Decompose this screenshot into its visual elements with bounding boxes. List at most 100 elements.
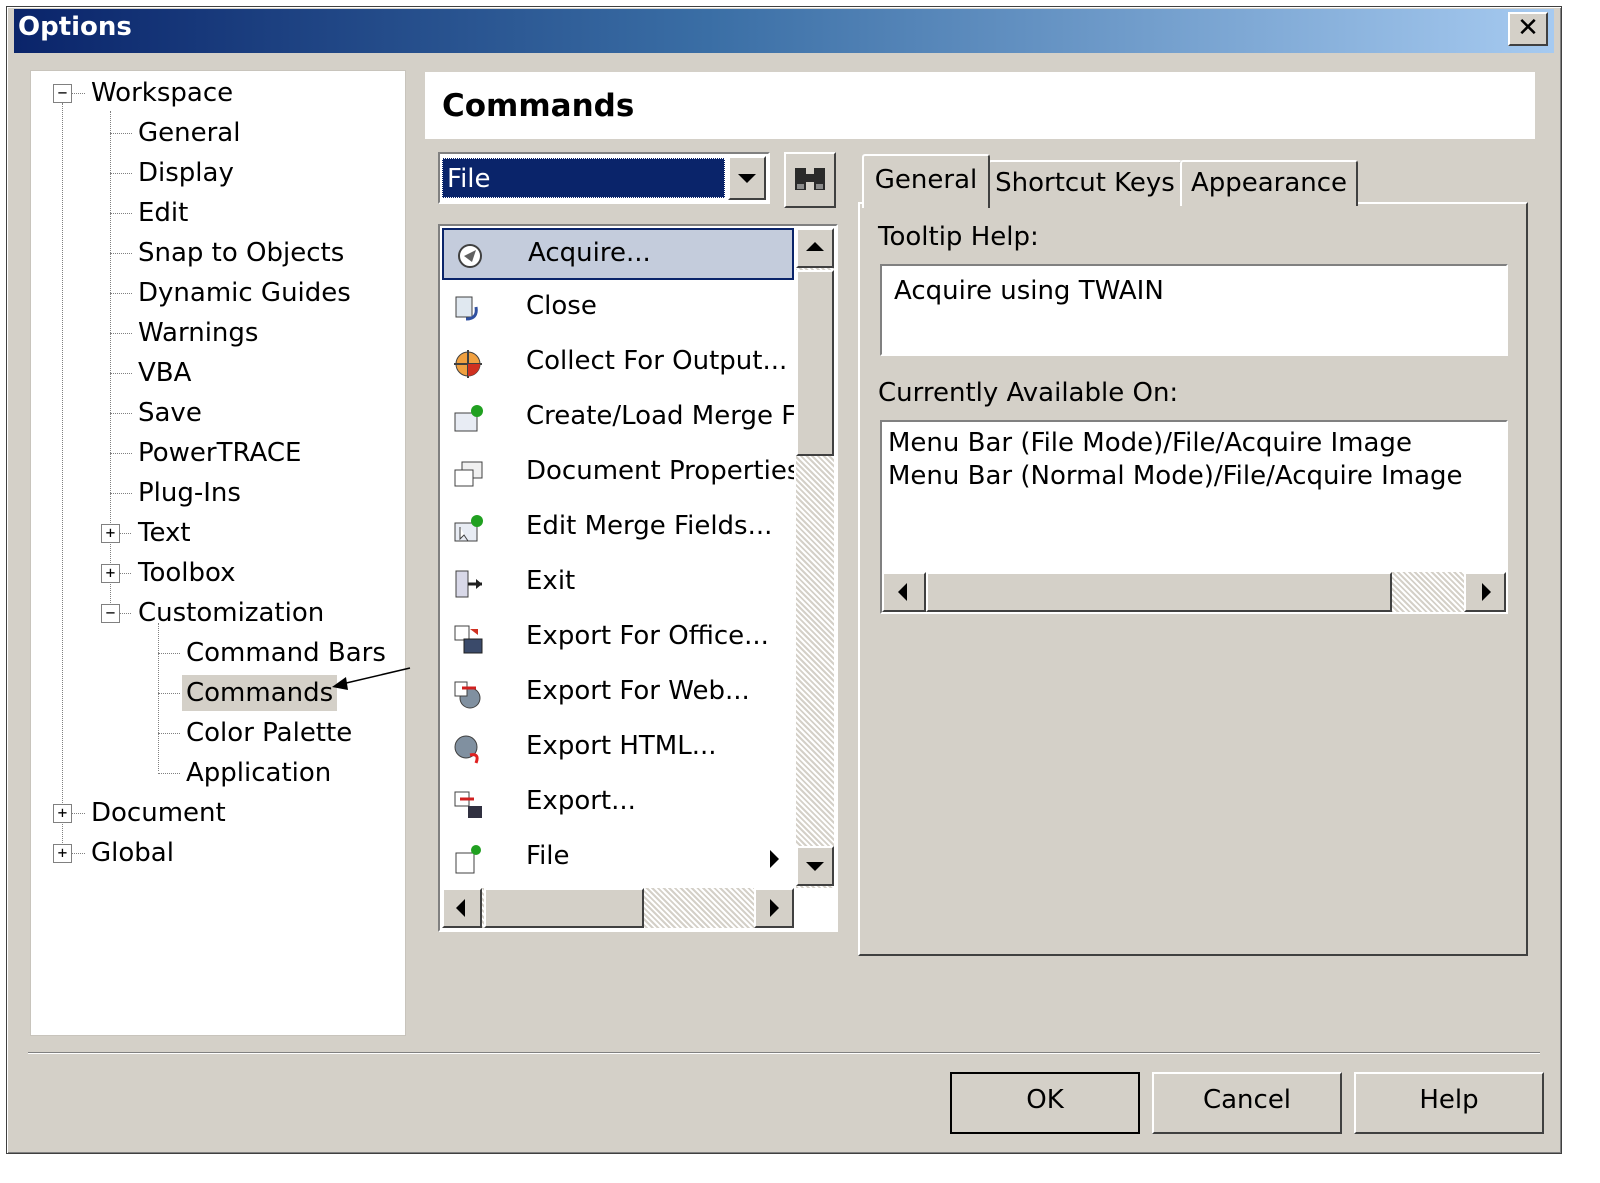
tree-item-display[interactable]: Display bbox=[134, 157, 238, 189]
tree-line bbox=[110, 453, 132, 454]
scroll-down-button[interactable] bbox=[796, 846, 834, 886]
find-button[interactable] bbox=[784, 152, 836, 208]
tree-line bbox=[110, 493, 132, 494]
merge-create-icon bbox=[454, 405, 483, 432]
scroll-left-button[interactable] bbox=[882, 572, 926, 612]
tree-item-global[interactable]: Global bbox=[87, 837, 178, 869]
currently-available-label: Currently Available On: bbox=[878, 378, 1179, 408]
annotation-arrow bbox=[332, 667, 411, 690]
tree-line bbox=[110, 133, 132, 134]
help-button[interactable]: Help bbox=[1354, 1072, 1544, 1134]
tree-item-powertrace[interactable]: PowerTRACE bbox=[134, 437, 305, 469]
list-item[interactable]: Edit Merge Fields... bbox=[442, 503, 794, 555]
list-item[interactable]: Collect For Output... bbox=[442, 338, 794, 390]
ok-button[interactable]: OK bbox=[950, 1072, 1140, 1134]
tree-item-save[interactable]: Save bbox=[134, 397, 206, 429]
tooltip-help-value: Acquire using TWAIN bbox=[894, 276, 1164, 306]
tree-item-edit[interactable]: Edit bbox=[134, 197, 192, 229]
title-bar bbox=[14, 9, 1554, 53]
tree-line bbox=[158, 733, 180, 734]
list-item[interactable]: Menu Bar (Normal Mode)/File/Acquire Imag… bbox=[888, 461, 1463, 491]
tree-item-snap-to-objects[interactable]: Snap to Objects bbox=[134, 237, 348, 269]
tree-line bbox=[119, 533, 131, 534]
expand-icon[interactable]: + bbox=[101, 564, 120, 583]
list-item[interactable]: Export HTML... bbox=[442, 723, 794, 775]
tree-line bbox=[110, 413, 132, 414]
export-html-icon bbox=[454, 735, 479, 764]
list-item[interactable]: Document Properties... bbox=[442, 448, 794, 500]
tree-item-plug-ins[interactable]: Plug-Ins bbox=[134, 477, 245, 509]
document-properties-icon bbox=[454, 461, 483, 487]
list-item[interactable]: Exit bbox=[442, 558, 794, 610]
list-item[interactable]: Export... bbox=[442, 778, 794, 830]
export-office-icon bbox=[454, 625, 483, 654]
commands-list-viewport: Acquire... Close Collect For Output... C… bbox=[442, 228, 794, 888]
list-item[interactable]: Create/Load Merge Fie bbox=[442, 393, 794, 445]
file-icon bbox=[455, 845, 481, 874]
cancel-button[interactable]: Cancel bbox=[1152, 1072, 1342, 1134]
export-icon bbox=[454, 791, 482, 818]
category-dropdown-button[interactable] bbox=[728, 156, 766, 200]
list-item[interactable]: Menu Bar (File Mode)/File/Acquire Image bbox=[888, 428, 1412, 458]
tree-line bbox=[71, 813, 85, 814]
tooltip-help-label: Tooltip Help: bbox=[878, 222, 1039, 252]
tree-item-workspace[interactable]: Workspace bbox=[87, 77, 237, 109]
list-item[interactable]: Export For Office... bbox=[442, 613, 794, 665]
expand-icon[interactable]: + bbox=[53, 804, 72, 823]
chevron-down-icon bbox=[738, 174, 756, 183]
collapse-icon[interactable]: − bbox=[53, 84, 72, 103]
list-item[interactable]: Acquire... bbox=[442, 228, 794, 280]
acquire-icon bbox=[458, 244, 482, 268]
list-item[interactable]: File bbox=[442, 833, 794, 885]
list-item[interactable]: Close bbox=[442, 283, 794, 335]
tree-line bbox=[158, 623, 159, 771]
exit-icon bbox=[455, 570, 482, 598]
scroll-up-button[interactable] bbox=[796, 228, 834, 268]
scroll-thumb[interactable] bbox=[796, 270, 834, 456]
tab-shortcut-keys[interactable]: Shortcut Keys bbox=[988, 160, 1182, 206]
arrow-left-icon bbox=[898, 583, 907, 601]
tree-item-application[interactable]: Application bbox=[182, 757, 335, 789]
tree-item-commands[interactable]: Commands bbox=[182, 675, 338, 711]
window-title: Options bbox=[18, 12, 132, 42]
currently-available-list[interactable]: Menu Bar (File Mode)/File/Acquire Image … bbox=[880, 420, 1508, 614]
tree-line bbox=[158, 773, 180, 774]
tab-general[interactable]: General bbox=[862, 154, 990, 208]
tree-item-text[interactable]: Text bbox=[134, 517, 195, 549]
tree-item-warnings[interactable]: Warnings bbox=[134, 317, 262, 349]
tree-line bbox=[110, 173, 132, 174]
scroll-right-button[interactable] bbox=[1464, 572, 1506, 612]
tree-item-toolbox[interactable]: Toolbox bbox=[134, 557, 240, 589]
tree-line bbox=[62, 103, 63, 851]
tree-item-vba[interactable]: VBA bbox=[134, 357, 195, 389]
options-tree[interactable]: − + + − + + Workspace General Display Ed… bbox=[30, 70, 406, 1036]
tree-line bbox=[110, 213, 132, 214]
collapse-icon[interactable]: − bbox=[101, 604, 120, 623]
tree-item-color-palette[interactable]: Color Palette bbox=[182, 717, 356, 749]
export-web-icon bbox=[454, 681, 481, 709]
tree-item-dynamic-guides[interactable]: Dynamic Guides bbox=[134, 277, 355, 309]
scroll-left-button[interactable] bbox=[442, 888, 482, 928]
scroll-thumb[interactable] bbox=[484, 888, 644, 928]
tree-item-document[interactable]: Document bbox=[87, 797, 230, 829]
close-button[interactable]: ✕ bbox=[1508, 12, 1548, 46]
tree-item-general[interactable]: General bbox=[134, 117, 244, 149]
expand-icon[interactable]: + bbox=[53, 844, 72, 863]
scroll-thumb[interactable] bbox=[926, 572, 1392, 612]
edit-merge-icon bbox=[454, 515, 483, 542]
tooltip-help-field[interactable]: Acquire using TWAIN bbox=[880, 264, 1508, 356]
tab-appearance[interactable]: Appearance bbox=[1180, 160, 1358, 206]
tree-line bbox=[119, 613, 131, 614]
close-doc-icon bbox=[455, 296, 478, 321]
expand-icon[interactable]: + bbox=[101, 524, 120, 543]
scroll-right-button[interactable] bbox=[754, 888, 794, 928]
arrow-left-icon bbox=[456, 899, 465, 917]
divider bbox=[28, 1052, 1540, 1054]
collect-output-icon bbox=[454, 350, 482, 378]
tree-line bbox=[110, 253, 132, 254]
submenu-arrow-icon bbox=[770, 850, 779, 868]
tree-item-customization[interactable]: Customization bbox=[134, 597, 328, 629]
tree-line bbox=[158, 653, 180, 654]
arrow-right-icon bbox=[770, 899, 779, 917]
list-item[interactable]: Export For Web... bbox=[442, 668, 794, 720]
